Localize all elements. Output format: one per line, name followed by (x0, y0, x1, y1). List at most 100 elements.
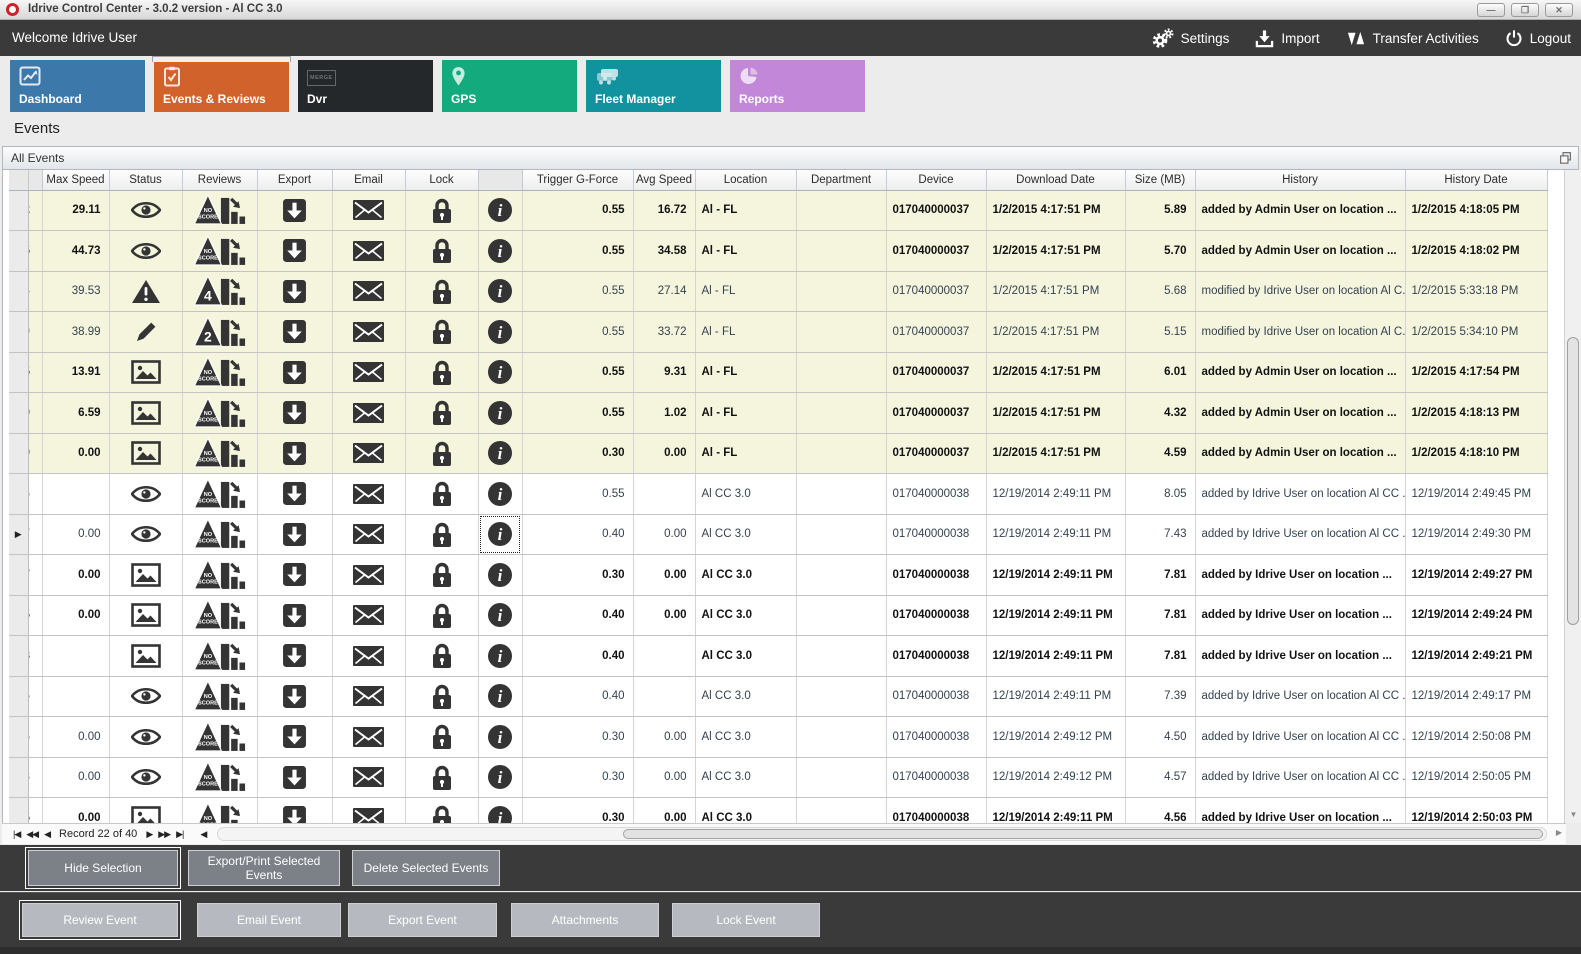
cell-max-speed[interactable]: 0.00 (42, 595, 109, 636)
close-button[interactable]: ✕ (1545, 3, 1573, 17)
cell-max-speed[interactable]: 44.73 (42, 231, 109, 272)
cell-email[interactable] (332, 190, 405, 231)
cell-download-date[interactable]: 12/19/2014 2:49:11 PM (986, 514, 1125, 555)
cell-status[interactable] (109, 352, 182, 393)
cell-export[interactable] (257, 555, 332, 596)
cell-lock[interactable] (405, 312, 478, 353)
cell-max-speed[interactable]: 38.99 (42, 312, 109, 353)
cell-device[interactable]: 017040000038 (886, 717, 986, 758)
cell-lock[interactable] (405, 636, 478, 677)
row-selector[interactable]: ▶ (9, 514, 28, 555)
lock-event-button[interactable]: Lock Event (672, 903, 820, 937)
cell-export[interactable] (257, 312, 332, 353)
cell-history[interactable]: added by Idrive User on location ... (1195, 798, 1405, 824)
cell-download-date[interactable]: 1/2/2015 4:17:51 PM (986, 393, 1125, 434)
cell-email[interactable] (332, 636, 405, 677)
column-header-history[interactable]: History (1195, 170, 1405, 190)
cell-history[interactable]: added by Idrive User on location Al CC .… (1195, 514, 1405, 555)
export-event-button[interactable]: Export Event (348, 903, 497, 937)
cell-status[interactable] (109, 636, 182, 677)
cell-size[interactable]: 4.56 (1125, 798, 1195, 824)
cell-export[interactable] (257, 393, 332, 434)
cell-department[interactable] (796, 190, 886, 231)
cell-avg-speed[interactable]: 33.72 (633, 312, 695, 353)
cell-history-date[interactable]: 12/19/2014 2:49:24 PM (1405, 595, 1547, 636)
cell-size[interactable]: 7.81 (1125, 555, 1195, 596)
cell-lock[interactable] (405, 474, 478, 515)
cell-download-date[interactable]: 12/19/2014 2:49:12 PM (986, 757, 1125, 798)
row-selector[interactable] (9, 352, 28, 393)
cell-history-date[interactable]: 12/19/2014 2:49:30 PM (1405, 514, 1547, 555)
import-button[interactable]: Import (1255, 29, 1319, 48)
cell-department[interactable] (796, 312, 886, 353)
cell-info[interactable]: i (478, 636, 522, 677)
cell-reviews[interactable]: NOSCORE (182, 474, 257, 515)
cell-status[interactable] (109, 271, 182, 312)
cell-device[interactable]: 017040000037 (886, 190, 986, 231)
cell-history[interactable]: added by Admin User on location ... (1195, 231, 1405, 272)
cell-info[interactable]: i (478, 757, 522, 798)
cell-email[interactable] (332, 271, 405, 312)
cell-max-speed[interactable] (42, 474, 109, 515)
cell-download-date[interactable]: 1/2/2015 4:17:51 PM (986, 352, 1125, 393)
cell-lock[interactable] (405, 231, 478, 272)
cell-trigger-gforce[interactable]: 0.55 (522, 312, 633, 353)
cell-info[interactable]: i (478, 433, 522, 474)
prev-record-button[interactable]: ◀ (44, 829, 50, 840)
cell-export[interactable] (257, 271, 332, 312)
cell-reviews[interactable]: NOSCORE (182, 514, 257, 555)
row-selector[interactable] (9, 636, 28, 677)
cell-lock[interactable] (405, 595, 478, 636)
cell-size[interactable]: 8.05 (1125, 474, 1195, 515)
cell-id[interactable]: 5 (28, 352, 42, 393)
cell-department[interactable] (796, 271, 886, 312)
tab-gps[interactable]: GPS (442, 60, 577, 112)
row-selector[interactable] (9, 595, 28, 636)
cell-location[interactable]: Al - FL (695, 190, 796, 231)
cell-status[interactable] (109, 514, 182, 555)
cell-location[interactable]: Al CC 3.0 (695, 798, 796, 824)
cell-id[interactable]: 5 (28, 595, 42, 636)
minimize-button[interactable]: — (1477, 3, 1505, 17)
cell-id[interactable]: 5 (28, 474, 42, 515)
row-selector[interactable] (9, 474, 28, 515)
cell-max-speed[interactable]: 0.00 (42, 798, 109, 824)
cell-max-speed[interactable]: 29.11 (42, 190, 109, 231)
cell-max-speed[interactable] (42, 676, 109, 717)
cell-history-date[interactable]: 1/2/2015 4:18:13 PM (1405, 393, 1547, 434)
cell-download-date[interactable]: 1/2/2015 4:17:51 PM (986, 312, 1125, 353)
cell-id[interactable]: 8 (28, 636, 42, 677)
cell-reviews[interactable]: 2 (182, 312, 257, 353)
cell-device[interactable]: 017040000038 (886, 474, 986, 515)
cell-avg-speed[interactable]: 0.00 (633, 798, 695, 824)
cell-reviews[interactable]: NOSCORE (182, 393, 257, 434)
cell-lock[interactable] (405, 271, 478, 312)
cell-avg-speed[interactable] (633, 636, 695, 677)
cell-size[interactable]: 5.89 (1125, 190, 1195, 231)
cell-history-date[interactable]: 12/19/2014 2:49:27 PM (1405, 555, 1547, 596)
prev-page-button[interactable]: ◀◀ (26, 829, 38, 840)
cell-export[interactable] (257, 231, 332, 272)
cell-history-date[interactable]: 1/2/2015 5:34:10 PM (1405, 312, 1547, 353)
horizontal-scrollbar[interactable] (217, 827, 1547, 841)
cell-id[interactable]: 5 (28, 676, 42, 717)
cell-id[interactable]: 7 (28, 555, 42, 596)
cell-info[interactable]: i (478, 595, 522, 636)
cell-info[interactable]: i (478, 717, 522, 758)
cell-device[interactable]: 017040000038 (886, 514, 986, 555)
cell-size[interactable]: 4.57 (1125, 757, 1195, 798)
cell-size[interactable]: 7.39 (1125, 676, 1195, 717)
cell-department[interactable] (796, 717, 886, 758)
cell-email[interactable] (332, 595, 405, 636)
tab-fleet-manager[interactable]: Fleet Manager (586, 60, 721, 112)
cell-location[interactable]: Al CC 3.0 (695, 757, 796, 798)
cell-trigger-gforce[interactable]: 0.30 (522, 757, 633, 798)
cell-history-date[interactable]: 12/19/2014 2:50:05 PM (1405, 757, 1547, 798)
first-record-button[interactable]: |◀ (13, 829, 20, 840)
cell-reviews[interactable]: NOSCORE (182, 636, 257, 677)
cell-info[interactable]: i (478, 190, 522, 231)
delete-selected-button[interactable]: Delete Selected Events (352, 850, 500, 886)
row-selector[interactable] (9, 393, 28, 434)
cell-history[interactable]: modified by Idrive User on location Al C… (1195, 271, 1405, 312)
cell-size[interactable]: 4.59 (1125, 433, 1195, 474)
